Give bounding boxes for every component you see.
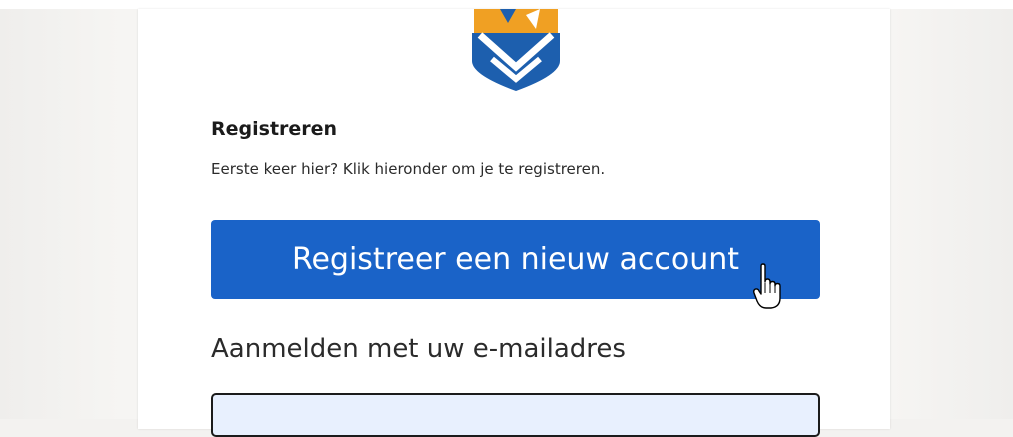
register-new-account-button[interactable]: Registreer een nieuw account — [211, 220, 820, 299]
signin-heading: Aanmelden met uw e-mailadres — [211, 334, 626, 364]
organization-logo — [472, 9, 560, 91]
email-input[interactable] — [211, 393, 820, 437]
hand-pointer-cursor-icon — [753, 263, 781, 309]
register-button-label: Registreer een nieuw account — [291, 242, 740, 277]
register-subtext: Eerste keer hier? Klik hieronder om je t… — [211, 160, 606, 178]
top-strip — [0, 0, 1013, 9]
register-heading: Registreren — [211, 118, 338, 140]
